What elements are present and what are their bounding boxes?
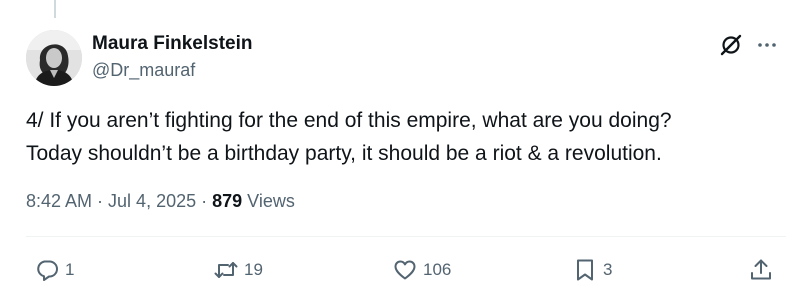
views-label: Views — [242, 191, 295, 211]
repost-button[interactable]: 19 — [213, 257, 263, 283]
thread-connector-line — [54, 0, 56, 18]
repost-count: 19 — [244, 260, 263, 279]
tweet-time[interactable]: 8:42 AM — [26, 191, 92, 211]
reply-icon — [37, 260, 58, 281]
like-icon — [394, 260, 416, 280]
tweet-text-line-1: 4/ If you aren’t fighting for the end of… — [26, 109, 672, 132]
tweet-meta: 8:42 AM · Jul 4, 2025 · 879 Views — [26, 191, 295, 212]
reply-button[interactable]: 1 — [34, 257, 74, 283]
meta-separator: · — [92, 191, 109, 211]
tweet-text: 4/ If you aren’t fighting for the end of… — [26, 104, 786, 170]
grok-icon[interactable] — [718, 32, 744, 58]
tweet-text-line-2: Today shouldn’t be a birthday party, it … — [26, 142, 662, 165]
share-icon — [751, 259, 771, 280]
author-name[interactable]: Maura Finkelstein — [92, 33, 253, 55]
like-button[interactable]: 106 — [392, 257, 451, 283]
tweet-date[interactable]: Jul 4, 2025 — [108, 191, 196, 211]
more-icon[interactable] — [754, 32, 780, 58]
divider — [26, 236, 786, 237]
meta-separator: · — [196, 191, 213, 211]
repost-icon — [214, 262, 238, 278]
bookmark-icon — [577, 259, 593, 281]
views-count: 879 — [212, 191, 243, 211]
author-handle[interactable]: @Dr_mauraf — [92, 60, 195, 81]
share-button[interactable] — [748, 257, 774, 283]
like-count: 106 — [423, 260, 452, 279]
bookmark-button[interactable]: 3 — [572, 257, 612, 283]
avatar-image — [26, 30, 82, 86]
bookmark-count: 3 — [603, 260, 613, 279]
avatar[interactable] — [26, 30, 82, 86]
reply-count: 1 — [65, 260, 75, 279]
